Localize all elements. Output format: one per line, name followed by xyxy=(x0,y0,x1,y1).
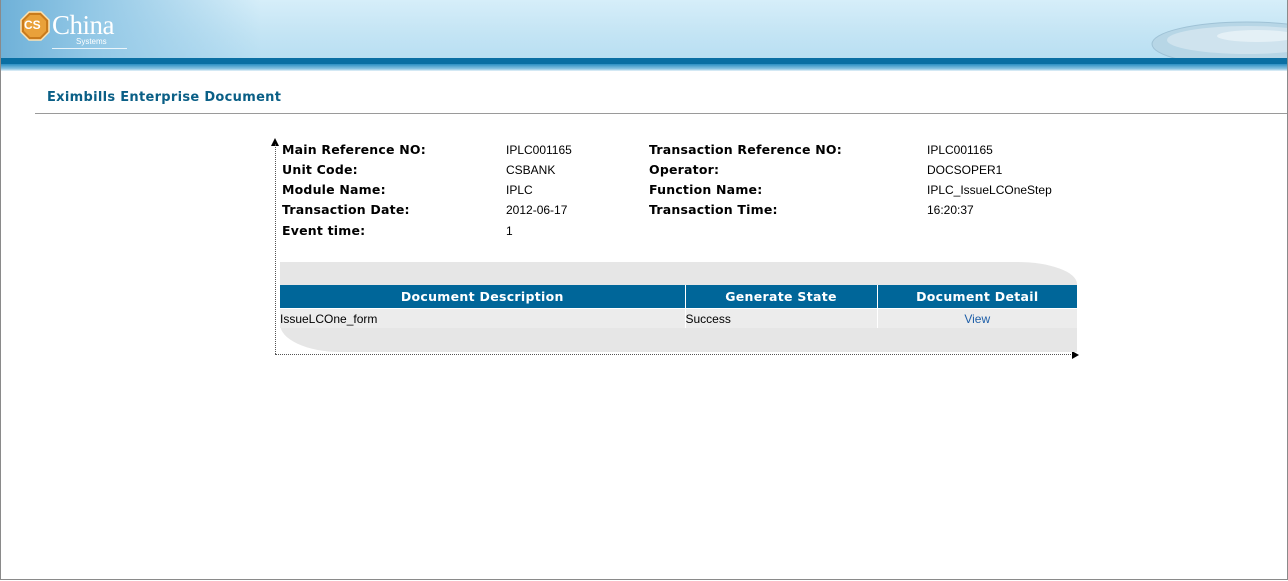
axis-horizontal-line xyxy=(275,354,1073,355)
china-systems-logo: CS China Systems xyxy=(20,10,130,51)
unit-code-label: Unit Code: xyxy=(282,162,358,177)
trx-ref-label: Transaction Reference NO: xyxy=(649,142,842,157)
table-row: IssueLCOne_form Success View xyxy=(280,308,1077,328)
unit-code-value: CSBANK xyxy=(506,163,556,177)
event-time-label: Event time: xyxy=(282,223,366,238)
function-label: Function Name: xyxy=(649,182,763,197)
logo-badge-text: CS xyxy=(24,18,41,32)
header-banner: CS China Systems xyxy=(1,0,1287,64)
page-title: Eximbills Enterprise Document xyxy=(47,90,282,105)
document-description-cell: IssueLCOne_form xyxy=(280,308,685,328)
document-detail-cell: View xyxy=(876,308,1077,328)
operator-value: DOCSOPER1 xyxy=(927,163,1003,177)
column-header-description: Document Description xyxy=(280,285,685,309)
column-header-state: Generate State xyxy=(684,285,877,309)
generate-state-cell: Success xyxy=(684,308,877,328)
document-table: Document Description Generate State Docu… xyxy=(280,285,1077,328)
axis-arrow-right-icon xyxy=(1072,351,1079,359)
column-header-detail: Document Detail xyxy=(876,285,1077,309)
function-value: IPLC_IssueLCOneStep xyxy=(927,183,1052,197)
table-header-row: Document Description Generate State Docu… xyxy=(280,285,1077,309)
main-ref-value: IPLC001165 xyxy=(506,143,572,157)
logo-subtitle: Systems xyxy=(76,37,107,46)
globe-decoration-icon xyxy=(1151,21,1287,64)
trx-date-label: Transaction Date: xyxy=(282,202,410,217)
view-document-link[interactable]: View xyxy=(964,312,990,326)
trx-ref-value: IPLC001165 xyxy=(927,143,993,157)
trx-time-value: 16:20:37 xyxy=(927,203,974,217)
trx-date-value: 2012-06-17 xyxy=(506,203,568,217)
trx-time-label: Transaction Time: xyxy=(649,202,778,217)
operator-label: Operator: xyxy=(649,162,720,177)
title-divider xyxy=(35,113,1287,114)
event-time-value: 1 xyxy=(506,224,513,238)
main-ref-label: Main Reference NO: xyxy=(282,142,426,157)
axis-vertical-line xyxy=(275,144,276,354)
module-label: Module Name: xyxy=(282,182,386,197)
module-value: IPLC xyxy=(506,183,533,197)
